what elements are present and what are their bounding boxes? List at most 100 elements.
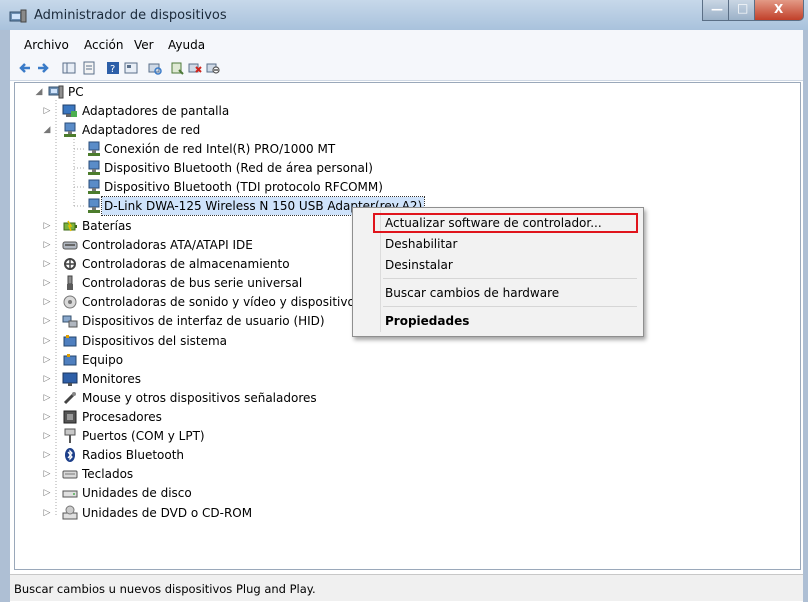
- tree-category-label: Dispositivos de interfaz de usuario (HID…: [82, 314, 325, 328]
- processor-icon: [63, 410, 77, 424]
- network-adapter-icon: [88, 179, 100, 194]
- context-menu: Actualizar software de controlador... De…: [352, 207, 644, 337]
- monitor-icon: [62, 372, 78, 386]
- storage-controller-icon: [64, 258, 76, 270]
- usb-controller-icon: [67, 275, 73, 290]
- properties-icon[interactable]: [82, 61, 96, 75]
- menu-item-update-driver[interactable]: Actualizar software de controlador...: [385, 216, 602, 230]
- tree-category-label: Procesadores: [82, 410, 162, 424]
- tree-category-label: Controladoras de bus serie universal: [82, 276, 303, 290]
- tree-category-label: Equipo: [82, 353, 124, 367]
- expand-arrow-icon[interactable]: ▷: [42, 217, 52, 235]
- disable-icon[interactable]: [206, 61, 220, 75]
- menu-ver[interactable]: Ver: [134, 38, 154, 52]
- menu-item-properties[interactable]: Propiedades: [385, 314, 469, 328]
- tree-category-label: Dispositivos del sistema: [82, 334, 228, 348]
- tree-device-label: Dispositivo Bluetooth (Red de área perso…: [104, 161, 373, 175]
- expand-arrow-icon[interactable]: ▷: [42, 293, 52, 311]
- menu-accion[interactable]: Acción: [84, 38, 123, 52]
- tree-category-label: Baterías: [82, 219, 132, 233]
- tree-category-label: Monitores: [82, 372, 141, 386]
- maximize-button[interactable]: □: [728, 0, 756, 21]
- collapse-arrow-icon[interactable]: ◢: [42, 121, 52, 139]
- close-button[interactable]: X: [754, 0, 804, 21]
- expand-arrow-icon[interactable]: ▷: [42, 427, 52, 445]
- network-adapter-icon: [88, 160, 100, 175]
- hid-icon: [62, 315, 78, 328]
- expand-arrow-icon[interactable]: ▷: [42, 504, 52, 522]
- menu-item-disable[interactable]: Deshabilitar: [385, 237, 457, 251]
- tree-category-label: Puertos (COM y LPT): [82, 429, 205, 443]
- expand-arrow-icon[interactable]: ▷: [42, 370, 52, 388]
- show-hide-tree-icon[interactable]: [62, 61, 76, 75]
- battery-icon: [63, 220, 77, 232]
- expand-arrow-icon[interactable]: ▷: [42, 465, 52, 483]
- expand-arrow-icon[interactable]: ▷: [42, 102, 52, 120]
- tree-category-label: Unidades de DVD o CD-ROM: [82, 506, 253, 520]
- menu-ayuda[interactable]: Ayuda: [168, 38, 205, 52]
- port-icon: [64, 428, 76, 443]
- toolbar: ?: [10, 56, 803, 81]
- show-hidden-icon[interactable]: [124, 61, 138, 75]
- uninstall-icon[interactable]: [188, 61, 202, 75]
- sound-video-icon: [63, 295, 77, 309]
- collapse-arrow-icon[interactable]: ◢: [34, 83, 44, 101]
- tree-root-label: PC: [68, 85, 84, 99]
- menu-archivo[interactable]: Archivo: [24, 38, 69, 52]
- expand-arrow-icon[interactable]: ▷: [42, 255, 52, 273]
- window-title: Administrador de dispositivos: [34, 8, 227, 23]
- minimize-button[interactable]: —: [702, 0, 730, 21]
- tree-device-label: Dispositivo Bluetooth (TDI protocolo RFC…: [104, 180, 383, 194]
- tree-category-label: Controladoras ATA/ATAPI IDE: [82, 238, 253, 252]
- network-adapter-icon: [88, 198, 100, 213]
- expand-arrow-icon[interactable]: ▷: [42, 484, 52, 502]
- status-bar: Buscar cambios u nuevos dispositivos Plu…: [10, 574, 803, 601]
- mouse-icon: [63, 392, 76, 405]
- menu-item-scan-hardware[interactable]: Buscar cambios de hardware: [385, 286, 559, 300]
- tree-category-label: Adaptadores de red: [82, 123, 201, 137]
- keyboard-icon: [62, 470, 78, 479]
- ide-controller-icon: [62, 241, 78, 250]
- scan-hardware-icon[interactable]: [148, 61, 162, 75]
- tree-category-label: Radios Bluetooth: [82, 448, 185, 462]
- display-adapter-icon: [62, 104, 77, 117]
- help-icon[interactable]: ?: [106, 61, 120, 75]
- svg-text:?: ?: [110, 64, 115, 75]
- tree-category-label: Adaptadores de pantalla: [82, 104, 230, 118]
- tree-category-label: Mouse y otros dispositivos señaladores: [82, 391, 317, 405]
- expand-arrow-icon[interactable]: ▷: [42, 312, 52, 330]
- minimize-icon: —: [711, 2, 723, 16]
- window-frame-left: [0, 30, 10, 602]
- tree-category-label: Unidades de disco: [82, 486, 192, 500]
- close-icon: X: [774, 2, 784, 16]
- expand-arrow-icon[interactable]: ▷: [42, 408, 52, 426]
- menu-separator: [383, 306, 637, 307]
- expand-arrow-icon[interactable]: ▷: [42, 332, 52, 350]
- dvd-drive-icon: [62, 505, 78, 520]
- expand-arrow-icon[interactable]: ▷: [42, 274, 52, 292]
- status-text: Buscar cambios u nuevos dispositivos Plu…: [14, 582, 316, 596]
- title-bar: Administrador de dispositivos — □ X: [0, 0, 808, 31]
- device-manager-icon: [9, 9, 27, 23]
- forward-arrow-icon[interactable]: [36, 61, 50, 75]
- window-frame-right: [803, 30, 808, 602]
- network-adapter-icon: [64, 122, 76, 137]
- expand-arrow-icon[interactable]: ▷: [42, 351, 52, 369]
- disk-drive-icon: [62, 490, 78, 498]
- bluetooth-icon: [65, 448, 75, 462]
- maximize-icon: □: [737, 1, 749, 15]
- computer-icon: [63, 354, 77, 366]
- menu-separator: [383, 278, 637, 279]
- system-devices-icon: [63, 335, 77, 347]
- computer-icon: [48, 85, 64, 99]
- expand-arrow-icon[interactable]: ▷: [42, 236, 52, 254]
- back-arrow-icon[interactable]: [18, 61, 32, 75]
- expand-arrow-icon[interactable]: ▷: [42, 389, 52, 407]
- menu-bar: Archivo Acción Ver Ayuda: [10, 30, 803, 56]
- network-adapter-icon: [88, 141, 100, 156]
- update-driver-icon[interactable]: [170, 61, 184, 75]
- tree-category-label: Teclados: [82, 467, 134, 481]
- menu-item-uninstall[interactable]: Desinstalar: [385, 258, 453, 272]
- expand-arrow-icon[interactable]: ▷: [42, 446, 52, 464]
- tree-category-label: Controladoras de almacenamiento: [82, 257, 290, 271]
